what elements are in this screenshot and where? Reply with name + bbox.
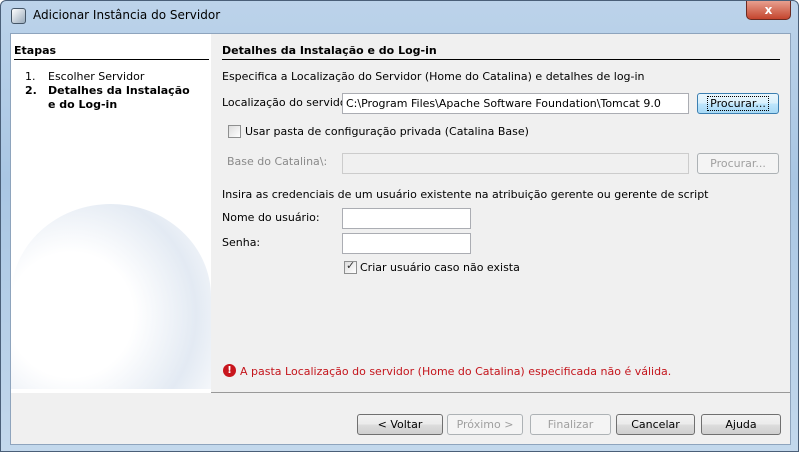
steps-heading: Etapas (14, 44, 57, 57)
browse-label: Procurar... (707, 96, 769, 111)
base-browse-button[interactable]: Procurar... (697, 153, 779, 174)
app-icon (11, 8, 26, 24)
username-label: Nome do usuário: (222, 211, 320, 224)
location-label: Localização do servidor: (222, 96, 355, 109)
back-button[interactable]: < Voltar (357, 414, 443, 435)
username-input[interactable] (342, 208, 471, 229)
details-panel: Detalhes da Instalação e do Log-in Espec… (211, 34, 790, 393)
private-config-label: Usar pasta de configuração privada (Cata… (245, 125, 529, 138)
window-title: Adicionar Instância do Servidor (33, 8, 221, 22)
password-input[interactable] (342, 233, 471, 254)
create-user-checkbox[interactable] (344, 259, 357, 274)
step-number: 2. (25, 84, 37, 97)
base-label: Base do Catalina\: (227, 155, 328, 168)
error-icon: ! (223, 364, 236, 377)
decorative-graphic (11, 204, 211, 389)
private-config-checkbox[interactable] (228, 125, 241, 138)
description: Especifica a Localização do Servidor (Ho… (222, 70, 645, 83)
dialog-window: Adicionar Instância do Servidor x Etapas… (0, 0, 799, 452)
help-button[interactable]: Ajuda (701, 414, 781, 435)
step-label-current: Detalhes da Instalação e do Log-in (48, 84, 190, 111)
page-title: Detalhes da Instalação e do Log-in (222, 44, 437, 57)
close-button[interactable]: x (746, 1, 791, 20)
base-input[interactable] (342, 153, 689, 174)
finish-button[interactable]: Finalizar (530, 414, 611, 435)
dialog-content: Etapas 1. Escolher Servidor 2. Detalhes … (10, 33, 791, 445)
password-label: Senha: (222, 236, 261, 249)
cancel-button[interactable]: Cancelar (616, 414, 695, 435)
error-message: A pasta Localização do servidor (Home do… (240, 365, 672, 378)
next-button[interactable]: Próximo > (447, 414, 523, 435)
step-label: Escolher Servidor (48, 70, 145, 83)
steps-panel: Etapas 1. Escolher Servidor 2. Detalhes … (11, 34, 211, 393)
credentials-text: Insira as credenciais de um usuário exis… (222, 188, 709, 201)
location-input[interactable]: C:\Program Files\Apache Software Foundat… (342, 93, 689, 114)
step-number: 1. (25, 70, 36, 83)
browse-button[interactable]: Procurar... (697, 93, 779, 114)
create-user-label: Criar usuário caso não exista (360, 261, 520, 274)
